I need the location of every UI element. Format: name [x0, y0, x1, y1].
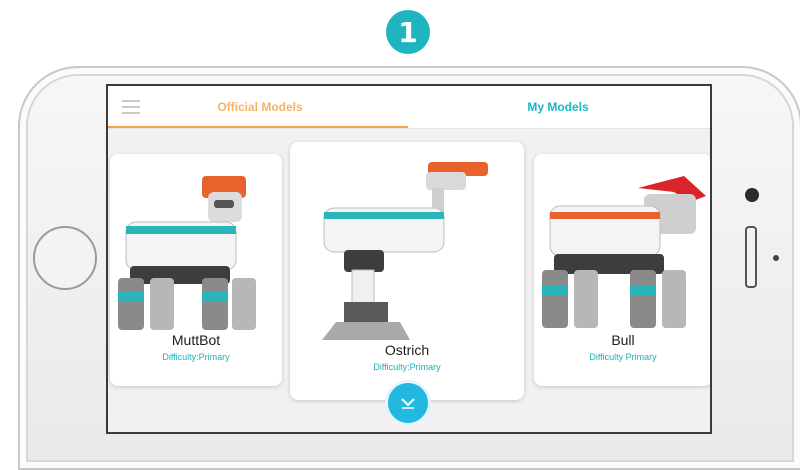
hamburger-menu-icon[interactable]: [122, 100, 140, 114]
muttbot-robot-image: [118, 176, 256, 330]
model-card-bull[interactable]: Bull Difficulty Primary: [534, 154, 710, 386]
tab-official-models[interactable]: Official Models: [140, 86, 380, 128]
step-number-badge: 1: [386, 10, 430, 54]
bull-robot-image: [542, 176, 706, 328]
model-card-muttbot[interactable]: MuttBot Difficulty:Primary: [110, 154, 282, 386]
speaker-grille: [745, 226, 757, 288]
home-button[interactable]: [33, 226, 97, 290]
model-difficulty: Difficulty:Primary: [373, 362, 441, 372]
camera-icon: [745, 188, 759, 202]
model-name: MuttBot: [171, 332, 221, 348]
scroll-down-button[interactable]: [385, 380, 431, 426]
model-name: Ostrich: [384, 342, 430, 358]
active-tab-indicator: [108, 126, 408, 128]
sensor-dot: [773, 255, 779, 261]
ostrich-robot-image: [322, 162, 488, 340]
tab-bar: Official Models My Models: [108, 86, 710, 129]
model-name: Bull: [611, 332, 635, 348]
model-difficulty: Difficulty Primary: [589, 352, 657, 362]
app-screen: Official Models My Models MuttBot Diffic…: [106, 84, 712, 434]
model-difficulty: Difficulty:Primary: [162, 352, 230, 362]
model-card-ostrich[interactable]: Ostrich Difficulty:Primary: [290, 142, 524, 400]
chevron-down-icon: [401, 398, 415, 409]
tab-my-models[interactable]: My Models: [438, 86, 678, 128]
